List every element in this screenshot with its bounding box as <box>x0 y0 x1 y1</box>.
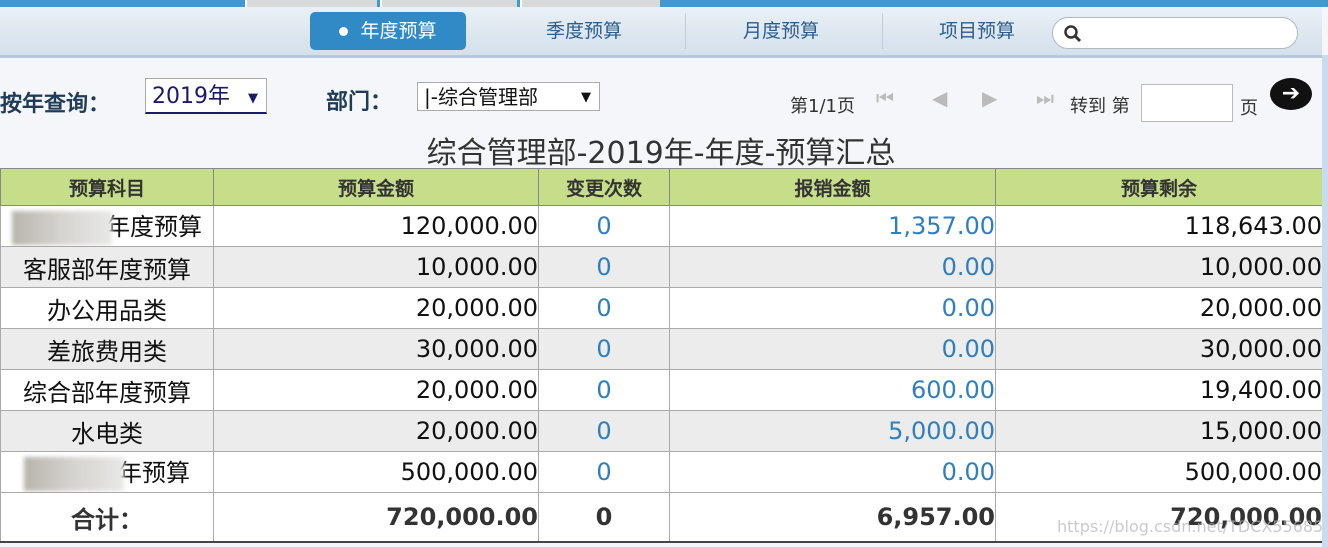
budget-item: 年预算 <box>0 451 214 493</box>
tab-quarterly-budget[interactable]: 季度预算 <box>486 12 682 50</box>
search-icon <box>1064 25 1082 43</box>
budget-item-name: 年预算 <box>118 459 190 487</box>
top-bar <box>0 0 1328 7</box>
year-value: 2019年 <box>152 84 230 109</box>
budget-item-name: 水电类 <box>71 419 143 448</box>
budget-remaining: 19,400.00 <box>995 369 1323 411</box>
budget-amount: 10,000.00 <box>213 246 539 288</box>
next-page-icon[interactable]: ▶ <box>982 86 997 110</box>
redacted-blur <box>12 211 112 245</box>
budget-amount: 30,000.00 <box>213 328 539 370</box>
nav-bar: 年度预算 季度预算 月度预算 项目预算 <box>0 7 1322 58</box>
expense-amount-link[interactable]: 1,357.00 <box>669 205 996 247</box>
budget-remaining: 500,000.00 <box>995 451 1323 493</box>
go-arrow-icon[interactable]: ➔ <box>1270 78 1312 110</box>
table-row: 差旅费用类 30,000.00 0 0.00 30,000.00 <box>0 328 1323 370</box>
change-count-link[interactable]: 0 <box>538 205 670 247</box>
change-count-link[interactable]: 0 <box>538 328 670 370</box>
col-header: 变更次数 <box>538 168 670 206</box>
expense-amount-link[interactable]: 0.00 <box>669 451 996 493</box>
dept-filter-label: 部门： <box>326 90 393 115</box>
report-title: 综合管理部-2019年-年度-预算汇总 <box>426 136 896 171</box>
budget-amount: 500,000.00 <box>213 451 539 493</box>
change-count-link[interactable]: 0 <box>538 410 670 452</box>
bullet-icon <box>339 27 349 36</box>
budget-amount: 20,000.00 <box>213 287 539 329</box>
dept-value: |-综合管理部 <box>424 85 538 109</box>
year-filter-label: 按年查询： <box>0 92 111 117</box>
dept-select[interactable]: |-综合管理部 ▼ <box>417 82 600 111</box>
tab-project-budget[interactable]: 项目预算 <box>879 12 1075 50</box>
table-row: 水电类 20,000.00 0 5,000.00 15,000.00 <box>0 410 1323 452</box>
top-tab[interactable] <box>245 0 377 7</box>
scrollbar-edge <box>1322 55 1328 547</box>
expense-amount-link[interactable]: 600.00 <box>669 369 996 411</box>
total-amount: 720,000.00 <box>213 492 539 543</box>
col-header: 报销金额 <box>669 168 996 206</box>
budget-item-name: 综合部年度预算 <box>23 378 191 407</box>
budget-item-name: 客服部年度预算 <box>23 255 191 284</box>
change-count-link[interactable]: 0 <box>538 246 670 288</box>
budget-remaining: 118,643.00 <box>995 205 1323 247</box>
watermark: https://blog.csdn.net/TDCX55685878 <box>1057 517 1328 536</box>
dropdown-arrow-icon: ▼ <box>248 91 258 106</box>
table-row: 年预算 500,000.00 0 0.00 500,000.00 <box>0 451 1323 493</box>
budget-item: 办公用品类 <box>0 287 214 329</box>
dropdown-arrow-icon: ▼ <box>581 90 591 105</box>
expense-amount-link[interactable]: 5,000.00 <box>669 410 996 452</box>
top-tab[interactable] <box>380 0 517 7</box>
table-row: 年度预算 120,000.00 0 1,357.00 118,643.00 <box>0 205 1323 247</box>
table-row: 客服部年度预算 10,000.00 0 0.00 10,000.00 <box>0 246 1323 288</box>
budget-amount: 20,000.00 <box>213 410 539 452</box>
change-count-link[interactable]: 0 <box>538 451 670 493</box>
budget-item: 年度预算 <box>0 205 214 247</box>
expense-amount-link[interactable]: 0.00 <box>669 246 996 288</box>
last-page-icon[interactable]: ⏭ <box>1036 86 1054 110</box>
budget-item: 综合部年度预算 <box>0 369 214 411</box>
goto-label: 转到 第 <box>1070 96 1130 117</box>
budget-amount: 120,000.00 <box>213 205 539 247</box>
budget-item-name: 办公用品类 <box>47 296 167 325</box>
goto-suffix: 页 <box>1240 98 1258 119</box>
total-expense: 6,957.00 <box>669 492 996 543</box>
change-count-link[interactable]: 0 <box>538 369 670 411</box>
prev-page-icon[interactable]: ◀ <box>932 86 947 110</box>
year-select[interactable]: 2019年 ▼ <box>145 78 267 114</box>
redacted-blur <box>24 457 124 491</box>
search-input[interactable] <box>1052 17 1298 49</box>
table-row: 综合部年度预算 20,000.00 0 600.00 19,400.00 <box>0 369 1323 411</box>
budget-remaining: 10,000.00 <box>995 246 1323 288</box>
col-header: 预算剩余 <box>995 168 1323 206</box>
budget-remaining: 20,000.00 <box>995 287 1323 329</box>
table-row: 办公用品类 20,000.00 0 0.00 20,000.00 <box>0 287 1323 329</box>
budget-item: 客服部年度预算 <box>0 246 214 288</box>
budget-amount: 20,000.00 <box>213 369 539 411</box>
goto-page-input[interactable] <box>1141 84 1233 122</box>
total-label: 合计： <box>0 492 214 543</box>
budget-item-name: 差旅费用类 <box>47 337 167 366</box>
budget-table: 预算科目 预算金额 变更次数 报销金额 预算剩余 年度预算 120,000.00… <box>0 168 1323 543</box>
expense-amount-link[interactable]: 0.00 <box>669 287 996 329</box>
budget-item: 差旅费用类 <box>0 328 214 370</box>
budget-remaining: 15,000.00 <box>995 410 1323 452</box>
col-header: 预算科目 <box>0 168 214 206</box>
budget-item-name: 年度预算 <box>106 213 202 241</box>
budget-remaining: 30,000.00 <box>995 328 1323 370</box>
col-header: 预算金额 <box>213 168 539 206</box>
first-page-icon[interactable]: ⏮ <box>876 86 894 110</box>
total-changes: 0 <box>538 492 670 543</box>
tab-monthly-budget[interactable]: 月度预算 <box>683 12 879 50</box>
change-count-link[interactable]: 0 <box>538 287 670 329</box>
tab-annual-budget[interactable]: 年度预算 <box>310 12 466 50</box>
tab-label: 年度预算 <box>360 20 437 42</box>
expense-amount-link[interactable]: 0.00 <box>669 328 996 370</box>
page-info: 第1/1页 <box>790 96 855 117</box>
budget-item: 水电类 <box>0 410 214 452</box>
top-tab[interactable] <box>520 0 660 7</box>
